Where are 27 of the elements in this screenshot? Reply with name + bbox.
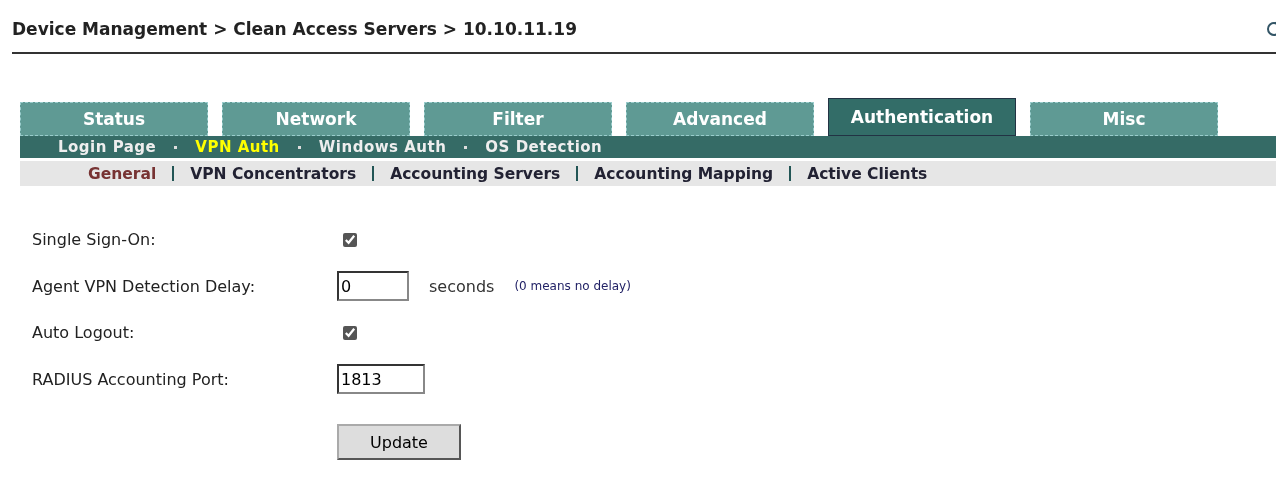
checkbox[interactable] bbox=[343, 325, 357, 340]
section-link[interactable]: Active Clients bbox=[807, 164, 928, 183]
section-link[interactable]: VPN Concentrators bbox=[190, 164, 357, 183]
section-link[interactable]: Accounting Mapping bbox=[594, 164, 774, 183]
subtab[interactable]: Login Page bbox=[58, 138, 157, 156]
input-field[interactable]: 1813 bbox=[337, 364, 425, 394]
field-label: Single Sign-On: bbox=[32, 230, 157, 249]
breadcrumb: Device Management > Clean Access Servers > 10.10.11.19 bbox=[12, 19, 577, 39]
field-label: RADIUS Accounting Port: bbox=[32, 369, 230, 389]
field-label: Auto Logout: bbox=[32, 323, 136, 342]
input-field[interactable]: 0 bbox=[337, 271, 409, 301]
unit-label: seconds bbox=[429, 276, 495, 296]
tab[interactable]: Network bbox=[222, 102, 410, 136]
tab[interactable]: Status bbox=[20, 102, 208, 136]
subtab[interactable]: Windows Auth bbox=[318, 138, 447, 156]
tab[interactable]: Advanced bbox=[626, 102, 814, 136]
subtab[interactable]: VPN Auth bbox=[195, 138, 280, 156]
checkbox[interactable] bbox=[343, 232, 357, 247]
tab[interactable]: Authentication bbox=[828, 98, 1016, 136]
hint-text: (0 means no delay) bbox=[514, 279, 631, 293]
section-link[interactable]: General bbox=[88, 164, 157, 183]
tab[interactable]: Filter bbox=[424, 102, 612, 136]
subtab[interactable]: OS Detection bbox=[485, 138, 603, 156]
update-button[interactable]: Update bbox=[337, 424, 461, 460]
tab[interactable]: Misc bbox=[1030, 102, 1218, 136]
section-link[interactable]: Accounting Servers bbox=[390, 164, 561, 183]
field-label: Agent VPN Detection Delay: bbox=[32, 276, 256, 296]
